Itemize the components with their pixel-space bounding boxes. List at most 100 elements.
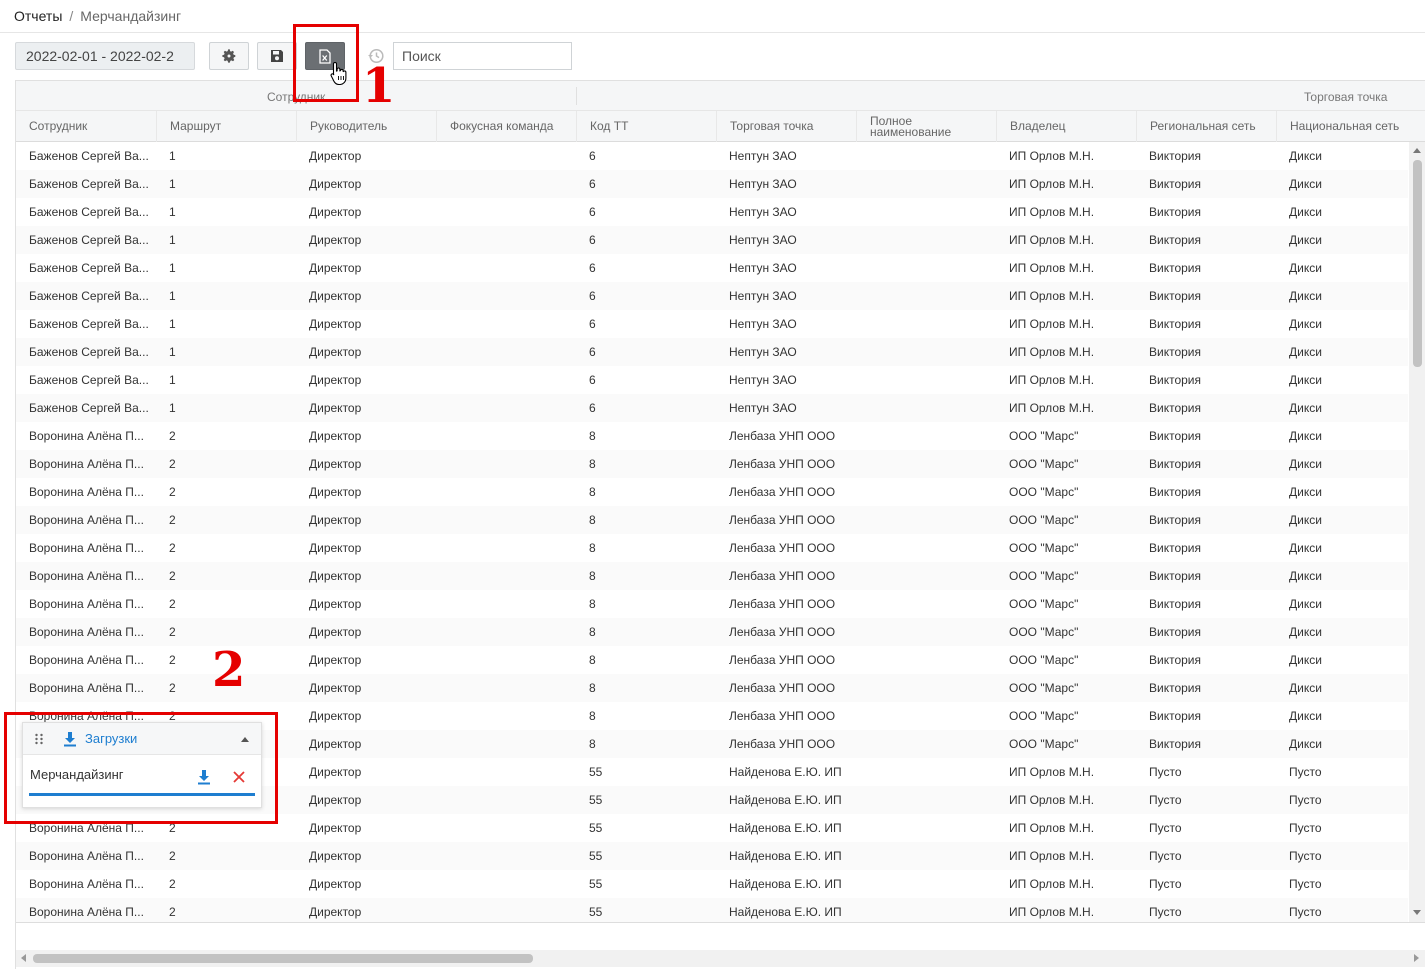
table-row[interactable]: Воронина Алёна П... 2 Директор 8 Ленбаза УНП…: [16, 422, 1408, 450]
cell-outlet-code: 8: [589, 513, 596, 527]
table-row[interactable]: Воронина Алёна П... 2 Директор 8 Ленбаза УНП…: [16, 506, 1408, 534]
table-row[interactable]: Баженов Сергей Ва... 1 Директор 6 Нептун ЗАО…: [16, 394, 1408, 422]
cell-employee: Баженов Сергей Ва...: [29, 401, 149, 415]
cell-national-chain: Дикси: [1289, 457, 1322, 471]
cell-regional-chain: Виктория: [1149, 205, 1202, 219]
cell-focus-team: [436, 478, 576, 506]
table-row[interactable]: Воронина Алёна П... 2 Директор 8 Ленбаза УНП…: [16, 562, 1408, 590]
cell-focus-team: [436, 506, 576, 534]
cell-outlet-code: 55: [589, 821, 603, 835]
cell-full-name: [856, 534, 996, 562]
column-header-focus-team[interactable]: Фокусная команда: [436, 111, 576, 142]
cell-manager: Директор: [309, 541, 362, 555]
vertical-scrollbar[interactable]: [1409, 142, 1425, 922]
table-row[interactable]: Воронина Алёна П... 2 Директор 55 Найденова …: [16, 870, 1408, 898]
breadcrumb-current: Мерчандайзинг: [80, 8, 182, 24]
save-button[interactable]: [257, 42, 297, 70]
cell-outlet: Нептун ЗАО: [729, 345, 797, 359]
horizontal-scrollbar[interactable]: [16, 950, 1425, 967]
scroll-left-arrow-icon[interactable]: [21, 954, 26, 962]
cell-regional-chain: Виктория: [1149, 569, 1202, 583]
settings-button[interactable]: [209, 42, 249, 70]
table-row[interactable]: Баженов Сергей Ва... 1 Директор 6 Нептун ЗАО…: [16, 338, 1408, 366]
cell-outlet: Найденова Е.Ю. ИП: [729, 821, 842, 835]
cell-owner: ООО "Марс": [1009, 429, 1079, 443]
cell-route: 1: [169, 177, 176, 191]
scroll-down-arrow-icon[interactable]: [1413, 910, 1421, 915]
table-row[interactable]: Баженов Сергей Ва... 1 Директор 6 Нептун ЗАО…: [16, 170, 1408, 198]
column-header-national-chain[interactable]: Национальная сеть: [1276, 111, 1409, 142]
table-row[interactable]: Баженов Сергей Ва... 1 Директор 6 Нептун ЗАО…: [16, 366, 1408, 394]
scroll-up-arrow-icon[interactable]: [1413, 148, 1421, 153]
cell-outlet: Ленбаза УНП ООО: [729, 485, 836, 499]
cell-focus-team: [436, 842, 576, 870]
table-row[interactable]: Воронина Алёна П... 2 Директор 55 Найденова …: [16, 842, 1408, 870]
cell-focus-team: [436, 674, 576, 702]
breadcrumb: Отчеты / Мерчандайзинг: [14, 8, 181, 24]
cell-focus-team: [436, 394, 576, 422]
breadcrumb-separator: /: [69, 8, 74, 24]
scroll-right-arrow-icon[interactable]: [1414, 954, 1419, 962]
cell-national-chain: Дикси: [1289, 345, 1322, 359]
cell-outlet-code: 8: [589, 653, 596, 667]
cell-outlet-code: 8: [589, 625, 596, 639]
breadcrumb-root-link[interactable]: Отчеты: [14, 8, 62, 24]
cell-outlet-code: 8: [589, 709, 596, 723]
cell-route: 2: [169, 569, 176, 583]
table-row[interactable]: Баженов Сергей Ва... 1 Директор 6 Нептун ЗАО…: [16, 226, 1408, 254]
cell-full-name: [856, 562, 996, 590]
column-header-outlet-code[interactable]: Код ТТ: [576, 111, 716, 142]
table-row[interactable]: Воронина Алёна П... 2 Директор 8 Ленбаза УНП…: [16, 450, 1408, 478]
cell-full-name: [856, 702, 996, 730]
cell-owner: ИП Орлов М.Н.: [1009, 177, 1095, 191]
column-header-outlet[interactable]: Торговая точка: [716, 111, 856, 142]
table-row[interactable]: Баженов Сергей Ва... 1 Директор 6 Нептун ЗАО…: [16, 282, 1408, 310]
table-row[interactable]: Воронина Алёна П... 2 Директор 8 Ленбаза УНП…: [16, 478, 1408, 506]
table-row[interactable]: Баженов Сергей Ва... 1 Директор 6 Нептун ЗАО…: [16, 142, 1408, 170]
cell-national-chain: Дикси: [1289, 373, 1322, 387]
cell-manager: Директор: [309, 373, 362, 387]
column-header-owner[interactable]: Владелец: [996, 111, 1136, 142]
cell-focus-team: [436, 618, 576, 646]
column-header-employee[interactable]: Сотрудник: [16, 111, 156, 142]
cell-focus-team: [436, 898, 576, 922]
cell-outlet-code: 6: [589, 177, 596, 191]
cell-national-chain: Дикси: [1289, 429, 1322, 443]
cell-focus-team: [436, 226, 576, 254]
search-input[interactable]: Поиск: [393, 42, 572, 70]
cell-regional-chain: Виктория: [1149, 709, 1202, 723]
cell-manager: Директор: [309, 569, 362, 583]
cell-full-name: [856, 786, 996, 814]
cell-route: 1: [169, 261, 176, 275]
date-range-picker[interactable]: 2022-02-01 - 2022-02-2: [15, 42, 195, 70]
horizontal-scroll-thumb[interactable]: [33, 954, 533, 963]
cell-regional-chain: Виктория: [1149, 177, 1202, 191]
cell-focus-team: [436, 562, 576, 590]
table-row[interactable]: Воронина Алёна П... 2 Директор 55 Найденова …: [16, 898, 1408, 922]
cell-regional-chain: Виктория: [1149, 373, 1202, 387]
column-header-full-name[interactable]: Полное наименование: [856, 111, 996, 142]
column-header-route[interactable]: Маршрут: [156, 111, 296, 142]
column-header-manager[interactable]: Руководитель: [296, 111, 436, 142]
table-row[interactable]: Воронина Алёна П... 2 Директор 8 Ленбаза УНП…: [16, 534, 1408, 562]
table-row[interactable]: Баженов Сергей Ва... 1 Директор 6 Нептун ЗАО…: [16, 198, 1408, 226]
cell-regional-chain: Пусто: [1149, 905, 1182, 919]
column-header-regional-chain[interactable]: Региональная сеть: [1136, 111, 1276, 142]
vertical-scroll-thumb[interactable]: [1413, 160, 1422, 367]
cell-route: 2: [169, 849, 176, 863]
cell-owner: ООО "Марс": [1009, 541, 1079, 555]
cell-route: 2: [169, 513, 176, 527]
cell-outlet: Найденова Е.Ю. ИП: [729, 765, 842, 779]
group-header-outlet: Торговая точка: [1304, 90, 1388, 104]
cell-owner: ИП Орлов М.Н.: [1009, 205, 1095, 219]
table-row[interactable]: Воронина Алёна П... 2 Директор 8 Ленбаза УНП…: [16, 590, 1408, 618]
table-row[interactable]: Баженов Сергей Ва... 1 Директор 6 Нептун ЗАО…: [16, 310, 1408, 338]
cell-outlet: Найденова Е.Ю. ИП: [729, 793, 842, 807]
cell-outlet: Ленбаза УНП ООО: [729, 653, 836, 667]
cell-full-name: [856, 730, 996, 758]
cell-outlet: Нептун ЗАО: [729, 373, 797, 387]
cell-owner: ИП Орлов М.Н.: [1009, 821, 1095, 835]
cell-full-name: [856, 422, 996, 450]
cell-national-chain: Пусто: [1289, 849, 1322, 863]
table-row[interactable]: Баженов Сергей Ва... 1 Директор 6 Нептун ЗАО…: [16, 254, 1408, 282]
